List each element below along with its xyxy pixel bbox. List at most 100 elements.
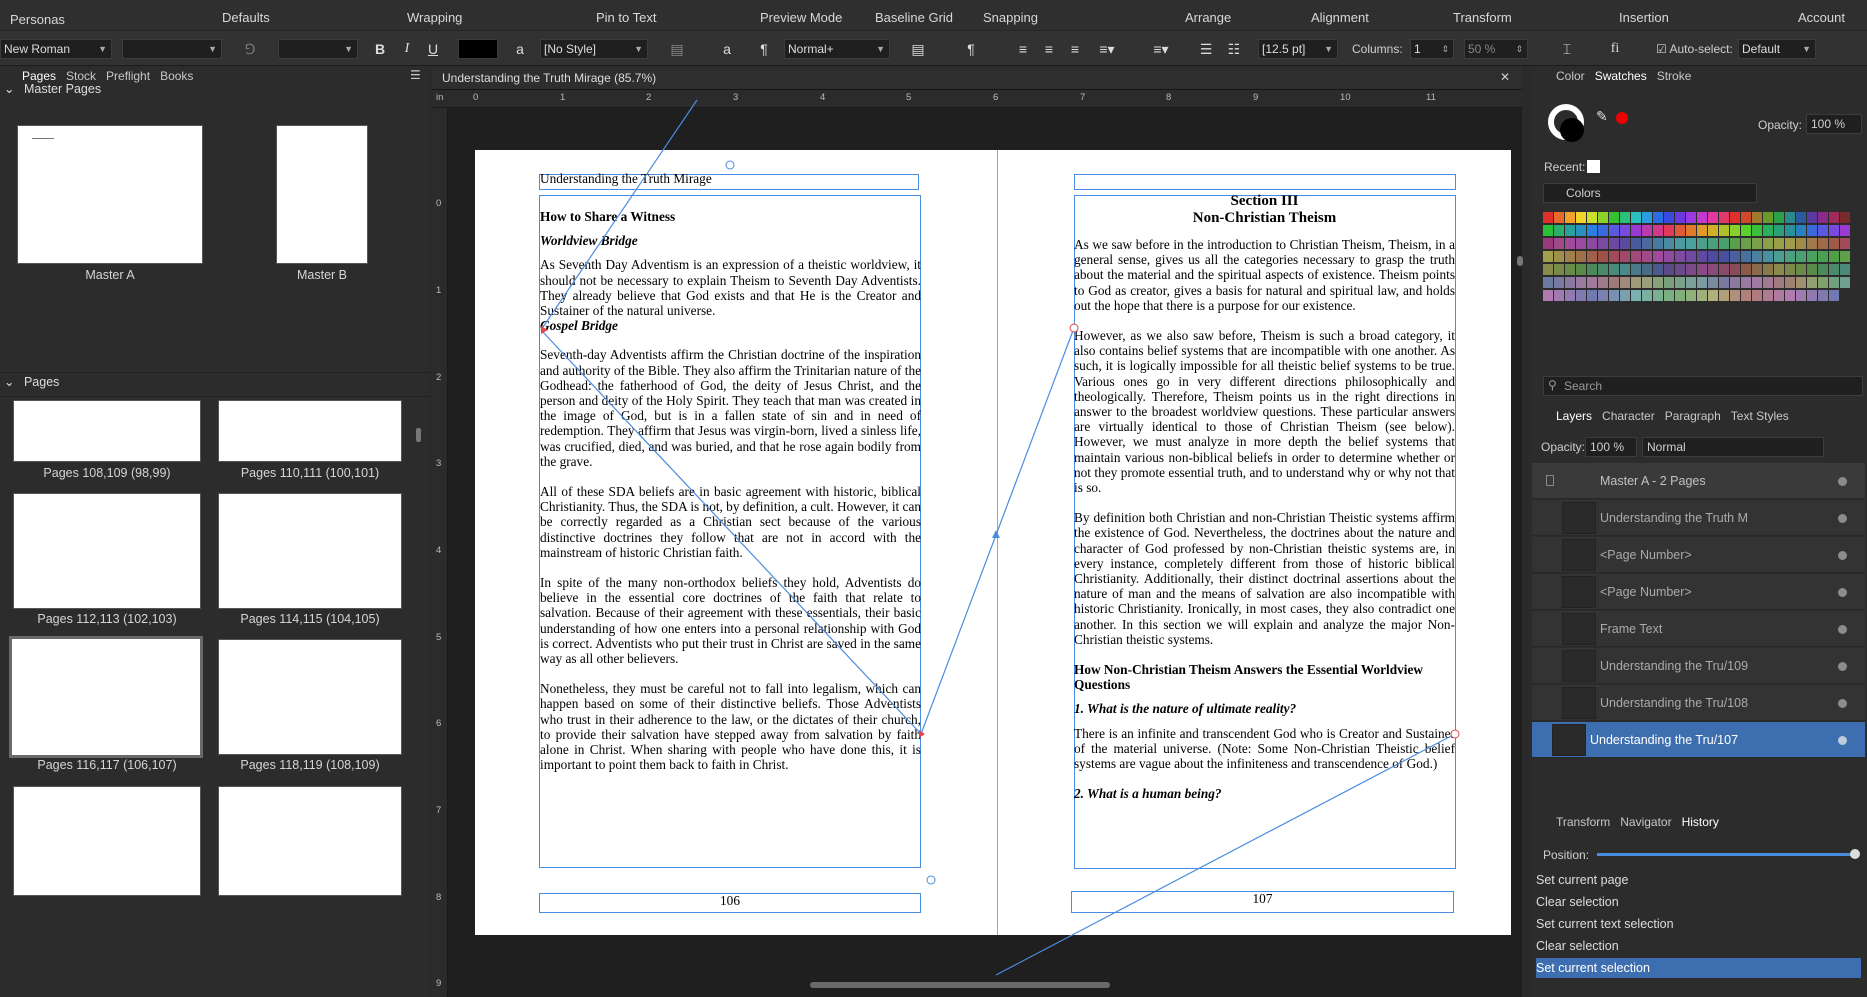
color-swatch[interactable] <box>1708 212 1718 223</box>
color-swatch[interactable] <box>1818 264 1828 275</box>
color-indicator[interactable] <box>1616 112 1628 124</box>
layer-row[interactable]: <Page Number> <box>1532 574 1865 610</box>
color-swatch[interactable] <box>1675 290 1685 301</box>
color-swatch[interactable] <box>1840 238 1850 249</box>
color-swatch[interactable] <box>1708 290 1718 301</box>
opacity-field[interactable]: 100 % <box>1806 114 1862 134</box>
color-swatch[interactable] <box>1576 238 1586 249</box>
color-swatch[interactable] <box>1785 290 1795 301</box>
color-swatch[interactable] <box>1631 251 1641 262</box>
color-swatch[interactable] <box>1543 238 1553 249</box>
color-swatch[interactable] <box>1763 238 1773 249</box>
color-swatch[interactable] <box>1587 290 1597 301</box>
layer-row-selected[interactable]: Understanding the Tru/107 <box>1532 722 1865 758</box>
color-swatch[interactable] <box>1598 264 1608 275</box>
color-swatch[interactable] <box>1653 225 1663 236</box>
color-swatch[interactable] <box>1840 264 1850 275</box>
color-swatch[interactable] <box>1609 264 1619 275</box>
color-swatch[interactable] <box>1829 290 1839 301</box>
color-swatch[interactable] <box>1620 251 1630 262</box>
color-swatch[interactable] <box>1598 251 1608 262</box>
color-swatch[interactable] <box>1741 212 1751 223</box>
layer-row[interactable]: Master A - 2 Pages <box>1532 463 1865 499</box>
color-swatch[interactable] <box>1763 277 1773 288</box>
tab-navigator[interactable]: Navigator <box>1620 815 1671 829</box>
color-swatch[interactable] <box>1785 212 1795 223</box>
color-swatch[interactable] <box>1719 251 1729 262</box>
color-swatch[interactable] <box>1642 277 1652 288</box>
visibility-dot[interactable] <box>1838 551 1847 560</box>
color-swatch[interactable] <box>1730 264 1740 275</box>
color-swatch[interactable] <box>1631 225 1641 236</box>
color-swatch[interactable] <box>1631 277 1641 288</box>
color-swatch[interactable] <box>1840 212 1850 223</box>
color-swatch[interactable] <box>1697 264 1707 275</box>
color-swatch[interactable] <box>1796 290 1806 301</box>
layer-opacity-field[interactable]: 100 % <box>1585 437 1637 457</box>
color-swatch[interactable] <box>1653 264 1663 275</box>
color-swatch[interactable] <box>1840 277 1850 288</box>
color-swatch[interactable] <box>1587 264 1597 275</box>
color-swatch[interactable] <box>1620 290 1630 301</box>
color-swatch[interactable] <box>1774 238 1784 249</box>
color-swatch[interactable] <box>1675 225 1685 236</box>
color-swatch[interactable] <box>1697 277 1707 288</box>
color-swatch[interactable] <box>1752 251 1762 262</box>
color-swatch[interactable] <box>1576 277 1586 288</box>
layer-row[interactable]: Understanding the Truth M <box>1532 500 1865 536</box>
color-swatch[interactable] <box>1675 212 1685 223</box>
color-swatch[interactable] <box>1554 290 1564 301</box>
tab-transform[interactable]: Transform <box>1556 815 1610 829</box>
color-swatch[interactable] <box>1807 290 1817 301</box>
color-swatch[interactable] <box>1719 225 1729 236</box>
color-swatch[interactable] <box>1686 264 1696 275</box>
history-item[interactable]: Clear selection <box>1536 892 1861 912</box>
layer-row[interactable]: <Page Number> <box>1532 537 1865 573</box>
color-swatch[interactable] <box>1785 238 1795 249</box>
visibility-dot[interactable] <box>1838 662 1847 671</box>
color-swatch[interactable] <box>1818 290 1828 301</box>
color-swatch[interactable] <box>1664 277 1674 288</box>
color-swatch[interactable] <box>1664 264 1674 275</box>
color-swatch[interactable] <box>1598 290 1608 301</box>
color-swatch[interactable] <box>1620 277 1630 288</box>
color-swatch[interactable] <box>1774 264 1784 275</box>
color-swatch[interactable] <box>1807 264 1817 275</box>
color-swatch[interactable] <box>1642 264 1652 275</box>
visibility-dot[interactable] <box>1838 477 1847 486</box>
recent-swatch[interactable] <box>1587 160 1600 173</box>
color-swatch[interactable] <box>1565 277 1575 288</box>
color-swatch[interactable] <box>1653 238 1663 249</box>
color-swatch[interactable] <box>1829 238 1839 249</box>
color-swatch[interactable] <box>1752 277 1762 288</box>
color-swatch[interactable] <box>1741 277 1751 288</box>
color-swatch[interactable] <box>1598 277 1608 288</box>
color-swatch[interactable] <box>1565 264 1575 275</box>
color-swatch[interactable] <box>1675 251 1685 262</box>
color-swatch[interactable] <box>1543 264 1553 275</box>
color-swatch[interactable] <box>1609 251 1619 262</box>
color-swatch[interactable] <box>1807 212 1817 223</box>
color-swatch[interactable] <box>1697 225 1707 236</box>
color-swatch[interactable] <box>1818 277 1828 288</box>
color-swatch[interactable] <box>1752 264 1762 275</box>
color-swatch[interactable] <box>1609 225 1619 236</box>
color-swatch[interactable] <box>1686 225 1696 236</box>
color-swatch[interactable] <box>1598 212 1608 223</box>
color-swatch[interactable] <box>1796 251 1806 262</box>
tab-color[interactable]: Color <box>1556 69 1585 83</box>
color-swatch[interactable] <box>1829 212 1839 223</box>
visibility-dot[interactable] <box>1838 625 1847 634</box>
horizontal-scrollbar[interactable] <box>810 982 1110 988</box>
color-swatch[interactable] <box>1653 277 1663 288</box>
color-swatch[interactable] <box>1730 290 1740 301</box>
color-swatch[interactable] <box>1730 212 1740 223</box>
color-swatch[interactable] <box>1807 238 1817 249</box>
color-swatch[interactable] <box>1708 277 1718 288</box>
color-swatch[interactable] <box>1554 238 1564 249</box>
vertical-scrollbar[interactable] <box>1517 256 1523 266</box>
color-swatch[interactable] <box>1840 251 1850 262</box>
color-swatch[interactable] <box>1807 225 1817 236</box>
color-swatch[interactable] <box>1565 225 1575 236</box>
color-swatch[interactable] <box>1686 290 1696 301</box>
